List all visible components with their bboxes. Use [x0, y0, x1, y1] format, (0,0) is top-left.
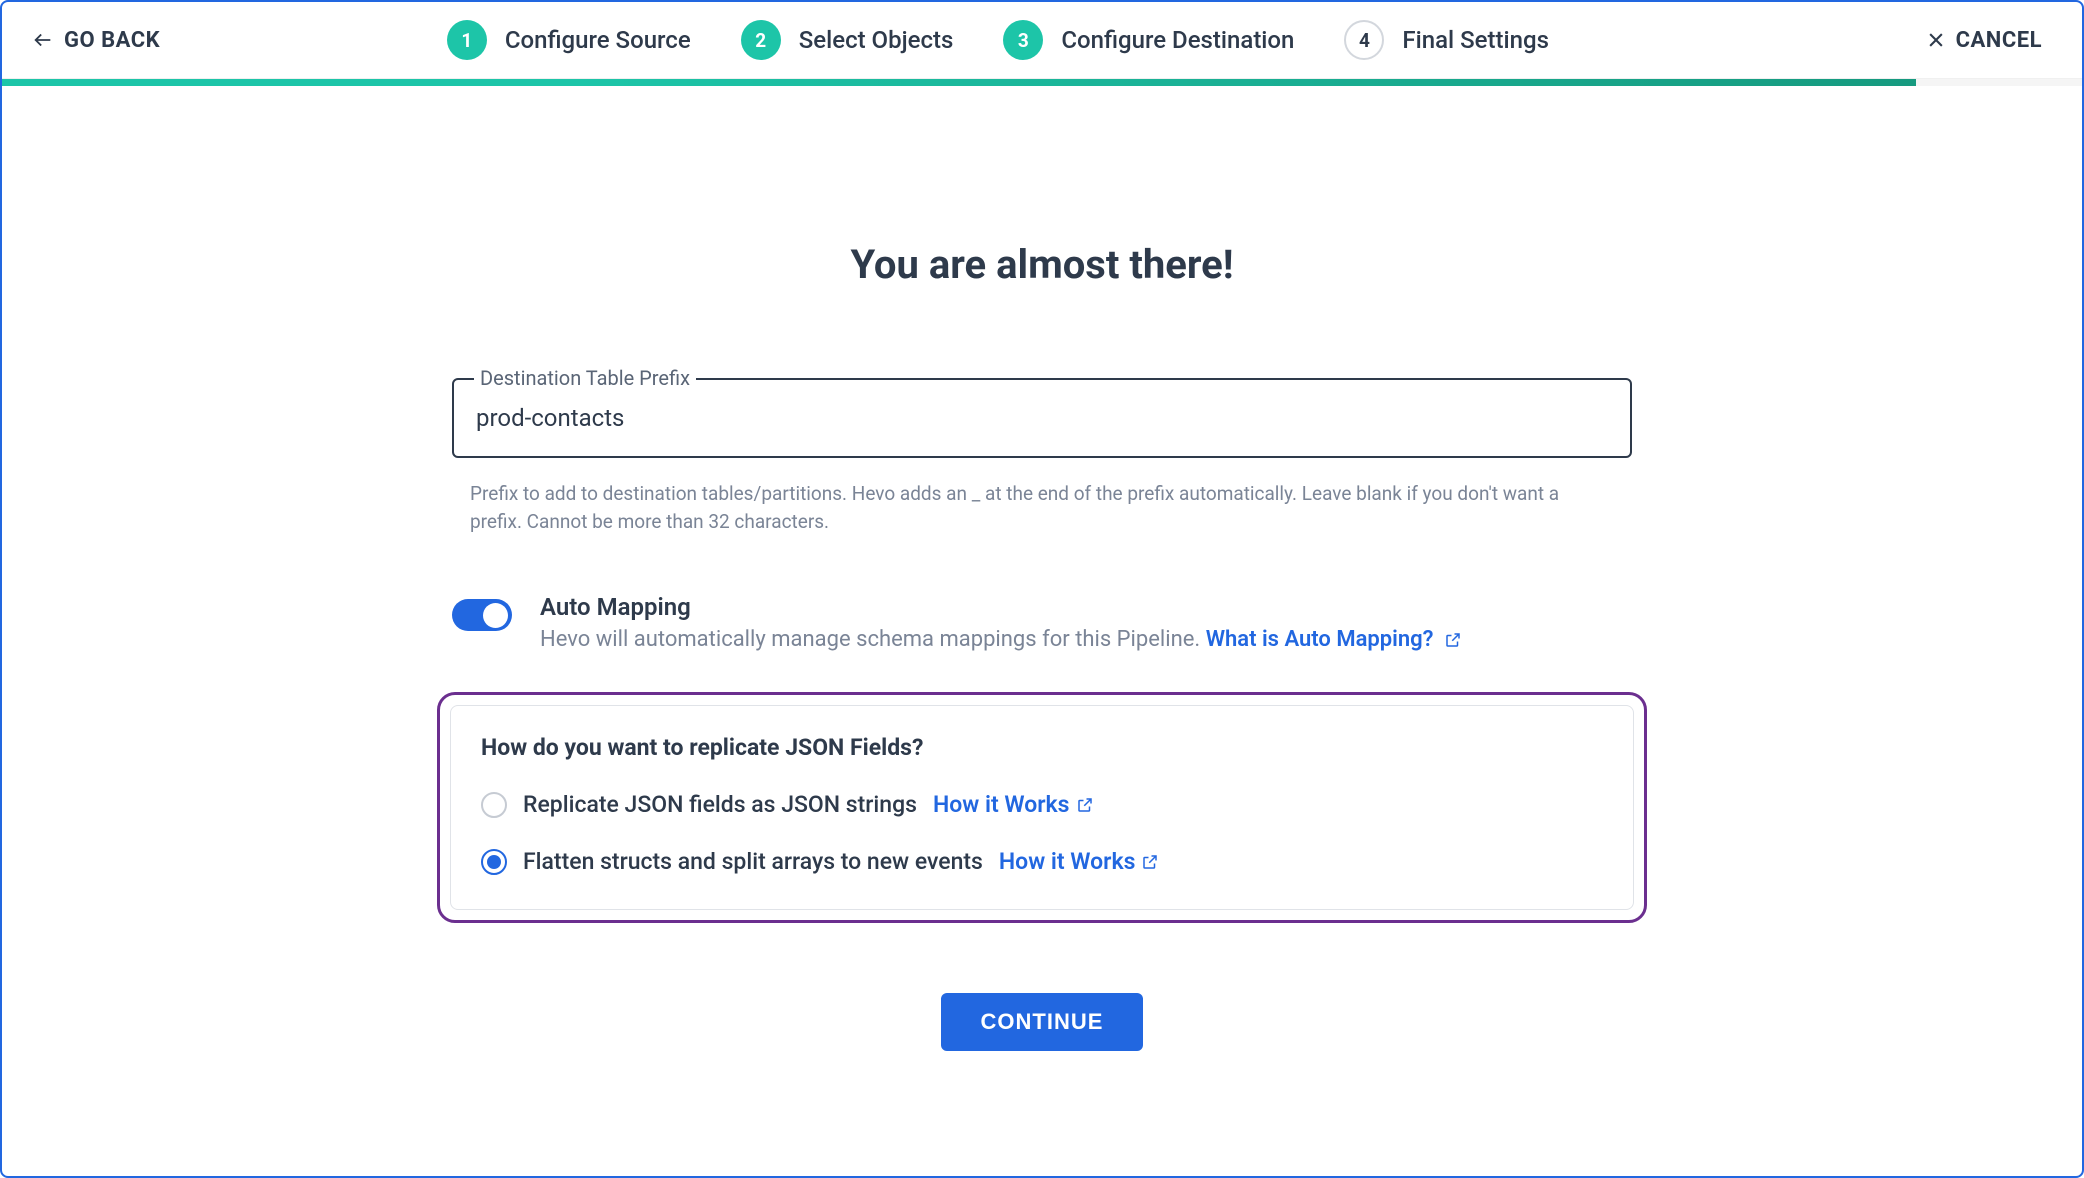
header: GO BACK 1 Configure Source 2 Select Obje… [2, 2, 2082, 79]
step-label: Select Objects [799, 26, 954, 54]
auto-mapping-desc: Hevo will automatically manage schema ma… [540, 627, 1462, 652]
step-number: 2 [741, 20, 781, 60]
json-option-strings[interactable]: Replicate JSON fields as JSON strings Ho… [481, 791, 1603, 818]
page-title: You are almost there! [850, 241, 1233, 288]
progress-bar [2, 79, 2082, 86]
prefix-label: Destination Table Prefix [474, 366, 696, 390]
step-final-settings[interactable]: 4 Final Settings [1344, 20, 1549, 60]
json-replication-panel: How do you want to replicate JSON Fields… [437, 692, 1647, 923]
external-link-icon [1444, 631, 1462, 649]
stepper: 1 Configure Source 2 Select Objects 3 Co… [100, 20, 1895, 60]
close-icon [1926, 30, 1946, 50]
arrow-left-icon [32, 29, 54, 51]
how-it-works-link[interactable]: How it Works [933, 791, 1094, 818]
json-panel-title: How do you want to replicate JSON Fields… [481, 734, 1603, 761]
auto-mapping-link[interactable]: What is Auto Mapping? [1206, 627, 1462, 652]
external-link-icon [1141, 853, 1159, 871]
how-it-works-link[interactable]: How it Works [999, 848, 1160, 875]
step-number: 1 [447, 20, 487, 60]
json-option-flatten[interactable]: Flatten structs and split arrays to new … [481, 848, 1603, 875]
step-select-objects[interactable]: 2 Select Objects [741, 20, 954, 60]
step-configure-destination[interactable]: 3 Configure Destination [1003, 20, 1294, 60]
step-number: 3 [1003, 20, 1043, 60]
prefix-input[interactable] [452, 378, 1632, 458]
toggle-knob [483, 603, 508, 628]
footer: CONTINUE [941, 923, 1144, 1101]
prefix-helper: Prefix to add to destination tables/part… [452, 470, 1632, 535]
step-configure-source[interactable]: 1 Configure Source [447, 20, 691, 60]
step-number: 4 [1344, 20, 1384, 60]
radio-label: Replicate JSON fields as JSON strings [523, 791, 917, 818]
step-label: Configure Destination [1061, 26, 1294, 54]
auto-mapping-title: Auto Mapping [540, 593, 1462, 621]
external-link-icon [1076, 796, 1094, 814]
step-label: Final Settings [1402, 26, 1549, 54]
radio-button[interactable] [481, 792, 507, 818]
progress-fill [2, 79, 1916, 86]
main-content: You are almost there! Destination Table … [2, 86, 2082, 1176]
radio-label: Flatten structs and split arrays to new … [523, 848, 983, 875]
cancel-button[interactable]: CANCEL [1926, 28, 2042, 53]
continue-button[interactable]: CONTINUE [941, 993, 1144, 1051]
cancel-label: CANCEL [1956, 28, 2042, 53]
radio-button[interactable] [481, 849, 507, 875]
prefix-field-group: Destination Table Prefix [452, 378, 1632, 458]
step-label: Configure Source [505, 26, 691, 54]
auto-mapping-row: Auto Mapping Hevo will automatically man… [452, 593, 1632, 652]
auto-mapping-toggle[interactable] [452, 599, 512, 631]
